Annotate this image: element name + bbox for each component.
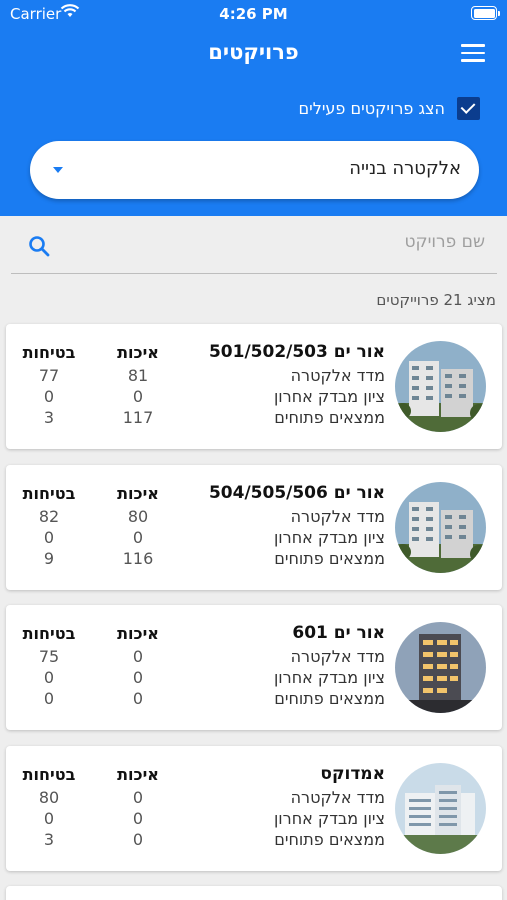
last-score-label: ציון מבדק אחרון <box>273 387 385 406</box>
quality-value: 0 <box>132 528 144 547</box>
safety-value: 0 <box>43 528 55 547</box>
safety-value: 75 <box>38 647 60 666</box>
open-findings-label: ממצאים פתוחים <box>274 830 385 849</box>
status-bar: Carrier 4:26 PM <box>0 0 507 28</box>
last-score-label: ציון מבדק אחרון <box>273 668 385 687</box>
chevron-down-icon <box>53 167 63 173</box>
safety-header: בטיחות <box>22 343 76 362</box>
project-count-label: מציג 21 פרוייקטים <box>376 291 496 309</box>
show-active-checkbox[interactable] <box>457 97 480 120</box>
safety-header: בטיחות <box>22 484 76 503</box>
quality-value: 0 <box>132 387 144 406</box>
app-header: Carrier 4:26 PM פרויקטים הצג פרויקטים פע… <box>0 0 507 216</box>
project-thumbnail <box>395 341 486 432</box>
quality-value: 0 <box>132 809 144 828</box>
company-select-value: אלקטרה בנייה <box>349 158 461 179</box>
quality-value: 0 <box>132 830 144 849</box>
project-thumbnail <box>395 622 486 713</box>
search-icon[interactable] <box>27 234 51 258</box>
search-input[interactable] <box>105 232 485 252</box>
project-card[interactable]: אור ים 601 מדד אלקטרה ציון מבדק אחרון ממ… <box>6 605 502 730</box>
open-findings-label: ממצאים פתוחים <box>274 549 385 568</box>
open-findings-label: ממצאים פתוחים <box>274 689 385 708</box>
project-name: אור ים 601 <box>292 623 385 643</box>
project-thumbnail <box>395 763 486 854</box>
index-label: מדד אלקטרה <box>290 788 385 807</box>
page-title: פרויקטים <box>208 40 299 64</box>
project-card[interactable]: אור ים 504/505/506 מדד אלקטרה ציון מבדק … <box>6 465 502 590</box>
quality-header: איכות <box>117 765 159 784</box>
last-score-label: ציון מבדק אחרון <box>273 528 385 547</box>
show-active-label: הצג פרויקטים פעילים <box>298 99 445 118</box>
safety-value: 80 <box>38 788 60 807</box>
hamburger-menu-icon[interactable] <box>461 44 485 62</box>
safety-value: 0 <box>43 689 55 708</box>
index-label: מדד אלקטרה <box>290 507 385 526</box>
quality-header: איכות <box>117 484 159 503</box>
safety-value: 0 <box>43 668 55 687</box>
search-bar <box>11 222 497 274</box>
quality-value: 0 <box>132 647 144 666</box>
safety-value: 77 <box>38 366 60 385</box>
safety-header: בטיחות <box>22 765 76 784</box>
safety-value: 3 <box>43 408 55 427</box>
show-active-toggle[interactable]: הצג פרויקטים פעילים <box>299 97 480 120</box>
index-label: מדד אלקטרה <box>290 647 385 666</box>
quality-value: 117 <box>122 408 154 427</box>
safety-value: 3 <box>43 830 55 849</box>
safety-header: בטיחות <box>22 624 76 643</box>
project-card[interactable] <box>6 886 502 900</box>
quality-value: 116 <box>122 549 154 568</box>
index-label: מדד אלקטרה <box>290 366 385 385</box>
quality-value: 0 <box>132 668 144 687</box>
company-select[interactable]: אלקטרה בנייה <box>30 141 479 199</box>
battery-icon <box>471 6 500 20</box>
project-thumbnail <box>395 482 486 573</box>
safety-value: 82 <box>38 507 60 526</box>
quality-value: 81 <box>127 366 149 385</box>
quality-value: 0 <box>132 689 144 708</box>
clock: 4:26 PM <box>219 5 288 23</box>
project-name: אור ים 501/502/503 <box>208 342 385 362</box>
quality-header: איכות <box>117 624 159 643</box>
quality-header: איכות <box>117 343 159 362</box>
quality-value: 0 <box>132 788 144 807</box>
safety-value: 9 <box>43 549 55 568</box>
safety-value: 0 <box>43 809 55 828</box>
safety-value: 0 <box>43 387 55 406</box>
project-card[interactable]: אמדוקס מדד אלקטרה ציון מבדק אחרון ממצאים… <box>6 746 502 871</box>
project-name: אור ים 504/505/506 <box>208 483 385 503</box>
quality-value: 80 <box>127 507 149 526</box>
last-score-label: ציון מבדק אחרון <box>273 809 385 828</box>
open-findings-label: ממצאים פתוחים <box>274 408 385 427</box>
project-name: אמדוקס <box>320 764 385 784</box>
project-card[interactable]: אור ים 501/502/503 מדד אלקטרה ציון מבדק … <box>6 324 502 449</box>
